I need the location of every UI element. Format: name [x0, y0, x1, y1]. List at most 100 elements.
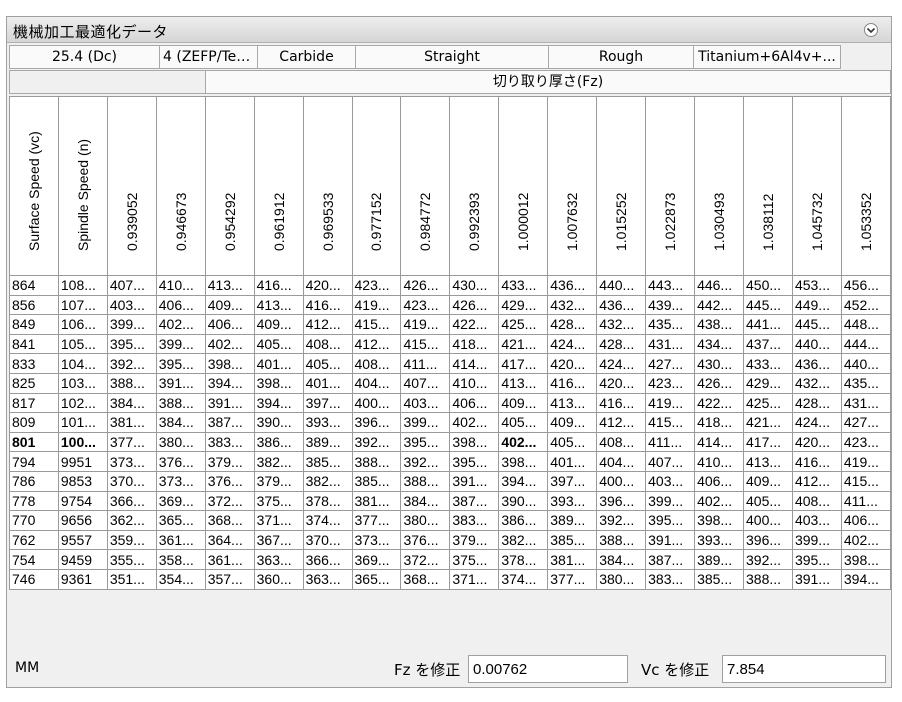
table-cell[interactable]: 370... [106, 470, 157, 492]
table-row[interactable]: 770 9656 362... 365... 368... 371... 374... 377… [9, 510, 892, 531]
table-cell[interactable]: 372... [400, 549, 451, 570]
table-cell[interactable]: 431... [645, 333, 696, 355]
table-cell[interactable]: 452... [840, 294, 892, 316]
param-cell[interactable]: Carbide [257, 45, 356, 69]
table-row[interactable]: 841 105... 395... 399... 402... 405... 408... 4… [9, 333, 892, 355]
table-cell[interactable]: 406... [449, 392, 500, 414]
table-cell[interactable]: 402... [840, 529, 892, 551]
table-cell[interactable]: 381... [351, 490, 402, 512]
table-cell[interactable]: 380... [596, 568, 647, 590]
table-cell[interactable]: 411... [840, 490, 892, 512]
table-cell[interactable]: 433... [498, 275, 549, 296]
column-header-fz[interactable]: 1.007632 [547, 96, 598, 276]
table-cell[interactable]: 373... [155, 470, 206, 492]
table-cell[interactable]: 400... [596, 470, 647, 492]
table-cell[interactable]: 389... [694, 549, 745, 570]
table-cell[interactable]: 357... [204, 568, 255, 590]
table-cell[interactable]: 424... [547, 333, 598, 355]
table-cell[interactable]: 431... [840, 392, 892, 414]
table-cell[interactable]: 410... [155, 275, 206, 296]
table-cell[interactable]: 104... [57, 353, 108, 374]
table-cell[interactable]: 384... [106, 392, 157, 414]
table-cell[interactable]: 370... [302, 529, 353, 551]
table-cell[interactable]: 422... [449, 314, 500, 335]
table-cell[interactable]: 445... [743, 294, 793, 316]
table-cell[interactable]: 361... [155, 529, 206, 551]
table-cell[interactable]: 388... [106, 372, 157, 394]
table-cell[interactable]: 407... [106, 275, 157, 296]
table-cell[interactable]: 391... [155, 372, 206, 394]
table-cell[interactable]: 396... [596, 490, 647, 512]
column-header-fz[interactable]: 1.000012 [498, 96, 549, 276]
table-cell[interactable]: 398... [449, 431, 500, 453]
table-row[interactable]: 849 106... 399... 402... 406... 409... 412... 4… [9, 314, 892, 335]
table-cell[interactable]: 394... [498, 470, 549, 492]
table-cell[interactable]: 440... [840, 353, 892, 374]
column-header-fz[interactable]: 0.977152 [351, 96, 402, 276]
column-header-surface-speed[interactable]: Surface Speed (vc) [9, 96, 59, 276]
table-cell[interactable]: 403... [106, 294, 157, 316]
table-cell[interactable]: 410... [449, 372, 500, 394]
table-cell[interactable]: 430... [449, 275, 500, 296]
table-cell[interactable]: 435... [645, 314, 696, 335]
table-cell[interactable]: 396... [351, 412, 402, 433]
table-cell[interactable]: 405... [253, 333, 304, 355]
table-cell[interactable]: 444... [840, 333, 892, 355]
table-cell[interactable]: 376... [400, 529, 451, 551]
column-header-fz[interactable]: 0.961912 [253, 96, 304, 276]
table-cell[interactable]: 413... [253, 294, 304, 316]
table-cell[interactable]: 817 [9, 392, 59, 414]
table-cell[interactable]: 403... [645, 470, 696, 492]
table-cell[interactable]: 416... [253, 275, 304, 296]
table-cell[interactable]: 419... [840, 451, 892, 472]
table-cell[interactable]: 363... [302, 568, 353, 590]
table-cell[interactable]: 435... [840, 372, 892, 394]
table-cell[interactable]: 366... [106, 490, 157, 512]
table-cell[interactable]: 418... [694, 412, 745, 433]
table-cell[interactable]: 362... [106, 510, 157, 531]
table-cell[interactable]: 405... [743, 490, 793, 512]
table-cell[interactable]: 103... [57, 372, 108, 394]
table-cell[interactable]: 436... [791, 353, 842, 374]
table-cell[interactable]: 436... [547, 275, 598, 296]
table-cell[interactable]: 442... [694, 294, 745, 316]
table-cell[interactable]: 392... [400, 451, 451, 472]
table-cell[interactable]: 825 [9, 372, 59, 394]
table-cell[interactable]: 105... [57, 333, 108, 355]
table-cell[interactable]: 398... [840, 549, 892, 570]
table-cell[interactable]: 416... [791, 451, 842, 472]
table-cell[interactable]: 366... [302, 549, 353, 570]
table-cell[interactable]: 402... [449, 412, 500, 433]
table-cell[interactable]: 392... [106, 353, 157, 374]
table-cell[interactable]: 394... [840, 568, 892, 590]
table-cell[interactable]: 377... [547, 568, 598, 590]
table-cell[interactable]: 394... [253, 392, 304, 414]
table-cell[interactable]: 399... [645, 490, 696, 512]
table-row[interactable]: 864 108... 407... 410... 413... 416... 420... 4… [9, 275, 892, 296]
table-cell[interactable]: 437... [743, 333, 793, 355]
table-cell[interactable]: 416... [302, 294, 353, 316]
table-cell[interactable]: 387... [449, 490, 500, 512]
param-cell[interactable]: Rough [548, 45, 694, 69]
table-cell[interactable]: 448... [840, 314, 892, 335]
column-header-fz[interactable]: 1.015252 [596, 96, 647, 276]
table-cell[interactable]: 369... [351, 549, 402, 570]
table-cell[interactable]: 453... [791, 275, 842, 296]
table-cell[interactable]: 409... [204, 294, 255, 316]
table-cell[interactable]: 392... [743, 549, 793, 570]
table-cell[interactable]: 371... [449, 568, 500, 590]
table-cell[interactable]: 355... [106, 549, 157, 570]
table-row[interactable]: 746 9361 351... 354... 357... 360... 363... 365… [9, 568, 892, 590]
table-cell[interactable]: 384... [400, 490, 451, 512]
table-cell[interactable]: 416... [596, 392, 647, 414]
table-cell[interactable]: 450... [743, 275, 793, 296]
table-cell[interactable]: 396... [743, 529, 793, 551]
table-cell[interactable]: 397... [302, 392, 353, 414]
table-cell[interactable]: 372... [204, 490, 255, 512]
table-cell[interactable]: 378... [498, 549, 549, 570]
table-cell[interactable]: 404... [596, 451, 647, 472]
table-cell[interactable]: 388... [400, 470, 451, 492]
table-cell[interactable]: 383... [645, 568, 696, 590]
table-cell[interactable]: 369... [155, 490, 206, 512]
table-cell[interactable]: 389... [302, 431, 353, 453]
